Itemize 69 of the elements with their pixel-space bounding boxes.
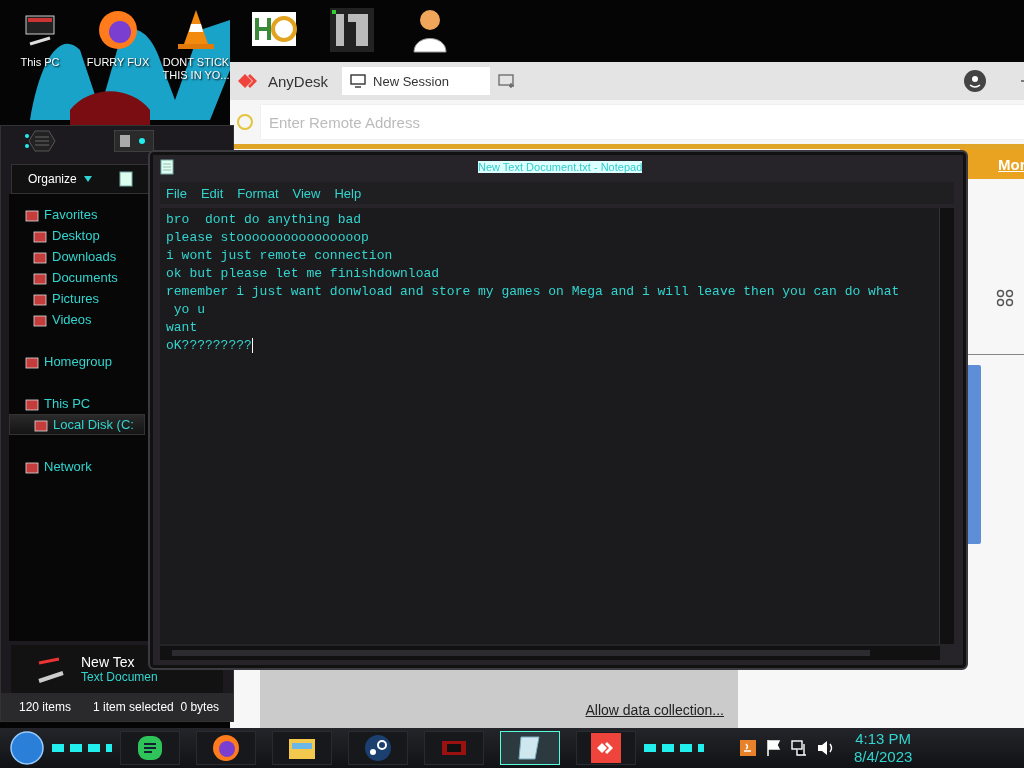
nav-item[interactable]: Videos — [9, 309, 145, 330]
taskbar-button[interactable] — [196, 731, 256, 765]
nav-item[interactable]: Pictures — [9, 288, 145, 309]
menu-item[interactable]: View — [292, 185, 321, 201]
monitor-icon — [350, 74, 367, 88]
folder-icon — [34, 417, 48, 432]
steam-icon — [363, 733, 393, 763]
nav-item[interactable]: Local Disk (C: — [9, 414, 145, 435]
text-line: please stoooooooooooooooop — [166, 229, 370, 247]
folder-icon — [25, 396, 39, 411]
folder-icon — [33, 228, 47, 243]
menu-item[interactable]: Format — [237, 185, 279, 201]
vertical-scrollbar[interactable] — [939, 208, 954, 644]
status-ring-icon — [236, 113, 254, 131]
taskbar-button[interactable] — [576, 731, 636, 765]
horizontal-scrollbar[interactable] — [160, 646, 940, 660]
folder-icon — [25, 459, 39, 474]
nav-item[interactable]: Documents — [9, 267, 145, 288]
folder-icon — [33, 312, 47, 327]
text-cursor — [251, 338, 253, 354]
text-line: bro dont do anything bad — [166, 211, 363, 229]
text-line: oK????????? — [166, 337, 254, 355]
clock[interactable]: 4:13 PM 8/4/2023 — [854, 730, 913, 766]
folder-icon — [25, 207, 39, 222]
anydesk-icon — [591, 733, 621, 763]
nav-item[interactable]: Network — [9, 456, 145, 477]
maze-icon[interactable] — [328, 6, 376, 54]
anydesk-logo-icon — [236, 72, 260, 90]
folder-icon — [33, 291, 47, 306]
chat-icon — [135, 733, 165, 763]
text-line: yo u — [172, 301, 206, 319]
nav-item[interactable]: Downloads — [9, 246, 145, 267]
nav-item[interactable]: Desktop — [9, 225, 145, 246]
text-line: ok but please let me finishdownload — [166, 265, 441, 283]
notepad-icon[interactable] — [118, 171, 133, 187]
folder-icon — [25, 354, 39, 369]
nav-item[interactable]: Homegroup — [9, 351, 145, 372]
caret-icon — [82, 175, 93, 183]
file-name: New Tex — [81, 654, 136, 670]
address-field[interactable]: Enter Remote Address — [260, 104, 1024, 140]
grid-icon[interactable] — [996, 289, 1014, 307]
folder-icon — [33, 249, 47, 264]
text-line: want — [166, 319, 199, 337]
light-strip-drawing — [644, 744, 704, 752]
new-tab-icon[interactable] — [498, 73, 517, 89]
menu-item[interactable]: Help — [334, 185, 362, 201]
data-collection-link[interactable]: Allow data collection... — [585, 702, 724, 718]
status-text: 1 item selected 0 bytes — [93, 700, 220, 714]
account-icon[interactable] — [964, 70, 986, 92]
taskbar-button[interactable] — [120, 731, 180, 765]
start-orb-icon[interactable] — [10, 731, 44, 765]
taskbar-button[interactable] — [272, 731, 332, 765]
nav-item[interactable]: Favorites — [9, 204, 145, 225]
text-line: remember i just want donwload and store my games on Mega and i will leave then you can do what — [166, 283, 901, 301]
organize-menu[interactable]: Organize — [26, 170, 95, 188]
taskbar-button[interactable] — [348, 731, 408, 765]
session-tab[interactable]: New Session — [342, 67, 491, 95]
notepad-icon — [160, 159, 174, 175]
light-strip-drawing — [52, 744, 112, 752]
app-title: AnyDesk — [268, 72, 329, 90]
menu-item[interactable]: Edit — [200, 185, 224, 201]
menu-item[interactable]: File — [166, 185, 187, 201]
window-title: New Text Document.txt - Notepad — [478, 161, 643, 173]
status-text: 120 items — [19, 700, 72, 714]
nav-item[interactable]: This PC — [9, 393, 145, 414]
file-type: Text Documen — [81, 670, 158, 684]
text-line: i wont just remote connection — [166, 247, 394, 265]
browser-icon — [211, 733, 241, 763]
folder-icon — [33, 270, 47, 285]
